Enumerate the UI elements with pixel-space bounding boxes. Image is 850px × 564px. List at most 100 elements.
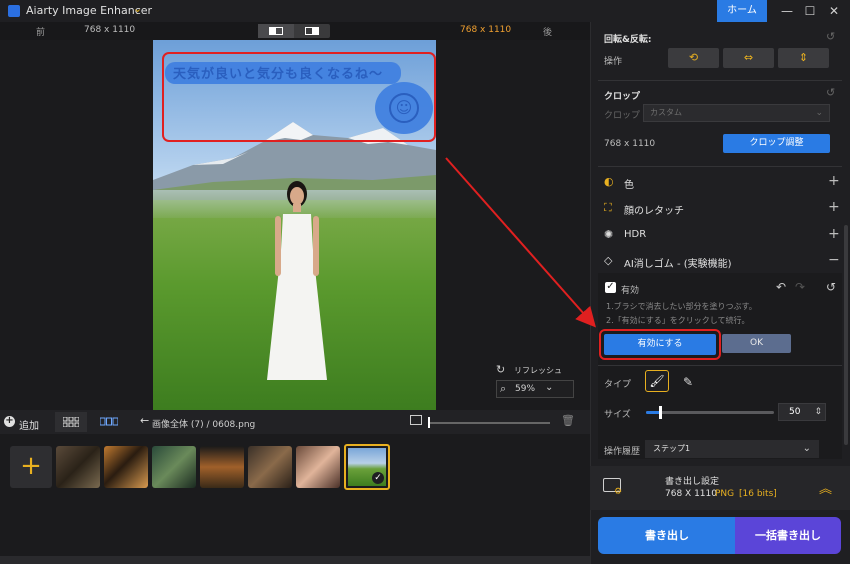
brush-size-input[interactable]: 50 ⇕: [778, 403, 826, 421]
before-dimensions: 768 x 1110: [84, 25, 136, 35]
brush-size-value: 50: [789, 407, 801, 417]
gear-icon: ⚙: [614, 487, 623, 497]
refresh-icon: ↻: [496, 363, 506, 376]
grid-view-icon: [63, 417, 79, 427]
flip-horizontal-button[interactable]: ⇔: [723, 48, 774, 68]
feature-label: 色: [624, 180, 634, 191]
instruction-step-1: 1.ブラシで消去したい部分を塗りつぶす。: [606, 302, 757, 311]
history-select[interactable]: ステップ1 ⌄: [645, 440, 819, 458]
divider: [598, 166, 842, 167]
undo-icon[interactable]: ↺: [826, 30, 835, 43]
app-logo-icon: [8, 5, 20, 17]
single-view-button[interactable]: [258, 24, 294, 38]
stepper-icon[interactable]: ⇕: [814, 404, 822, 420]
reset-icon[interactable]: ↺: [826, 280, 836, 294]
thumbnail-dog[interactable]: [248, 446, 292, 488]
export-settings[interactable]: [590, 466, 850, 510]
export-settings-title: 書き出し設定: [665, 477, 720, 487]
history-value: ステップ1: [653, 444, 691, 453]
filmstrip-view-icon: [100, 417, 118, 426]
brush-size-slider-thumb[interactable]: [659, 406, 662, 419]
thumbnail-size-slider-thumb[interactable]: [428, 417, 430, 428]
face-icon: ⛶: [604, 201, 612, 214]
chevron-up-icon[interactable]: ︽: [819, 478, 832, 497]
split-view-button[interactable]: [294, 24, 330, 38]
flip-vertical-button[interactable]: ⇕: [778, 48, 829, 68]
brush-remove-icon[interactable]: ✎: [678, 372, 698, 392]
thumbnail-butterfly[interactable]: [56, 446, 100, 488]
rotate-section-title: 回転&反転:: [604, 35, 652, 45]
crop-ratio-select[interactable]: カスタム ⌄: [643, 104, 830, 122]
crop-dimensions: 768 x 1110: [604, 139, 656, 149]
thumbnail-burger[interactable]: [200, 446, 244, 488]
instruction-step-2: 2.「有効にする」をクリックして続行。: [606, 316, 750, 325]
enabled-label: 有効: [621, 286, 640, 296]
close-icon[interactable]: ✕: [824, 2, 844, 20]
thumbnail-portrait[interactable]: [296, 446, 340, 488]
after-dimensions: 768 x 1110: [460, 25, 512, 35]
chevron-down-icon: ⌄: [802, 443, 811, 454]
check-icon: ✓: [372, 472, 384, 484]
panel-scrollbar[interactable]: [844, 225, 848, 445]
history-label: 操作履歴: [604, 447, 641, 457]
refresh-label: リフレッシュ: [514, 366, 562, 375]
feature-label: AI消しゴム - (実験機能): [624, 259, 732, 270]
feature-row-ai-eraser[interactable]: ◇ AI消しゴム - (実験機能) −: [604, 252, 842, 272]
color-icon: ◐: [604, 175, 614, 188]
add-icon[interactable]: +: [4, 416, 15, 427]
add-button[interactable]: 追加: [19, 417, 39, 432]
zoom-control[interactable]: ⌕ 59% ⌄: [496, 380, 574, 398]
back-arrow-icon[interactable]: ←: [140, 414, 149, 427]
expand-icon[interactable]: +: [828, 173, 840, 189]
feature-row-color[interactable]: ◐ 色 +: [604, 173, 842, 193]
thumbnail-tiger[interactable]: [104, 446, 148, 488]
crop-label: クロップ: [604, 111, 641, 121]
photo-woman: [267, 181, 327, 380]
maximize-icon[interactable]: ☐: [800, 2, 820, 20]
thumbnail-selected[interactable]: ✓: [344, 444, 390, 490]
annotation-highlight-box: [162, 52, 436, 142]
crop-adjust-button[interactable]: クロップ調整: [723, 134, 830, 153]
refresh-button[interactable]: ↻ リフレッシュ: [496, 362, 574, 379]
brush-add-icon[interactable]: 🖌: [645, 370, 669, 392]
home-button[interactable]: ホーム: [717, 0, 767, 22]
split-view-icon: [305, 27, 319, 35]
rotate-button[interactable]: ⟲: [668, 48, 719, 68]
batch-export-button[interactable]: 一括書き出し: [735, 517, 841, 554]
feature-label: 顔のレタッチ: [624, 206, 684, 217]
export-button[interactable]: 書き出し: [598, 517, 736, 554]
zoom-value: 59%: [515, 384, 536, 394]
collapse-icon[interactable]: −: [828, 252, 840, 268]
undo-icon[interactable]: ↶: [776, 280, 786, 294]
add-image-button[interactable]: +: [10, 446, 52, 488]
expand-icon[interactable]: +: [828, 199, 840, 215]
export-format: PNG: [715, 489, 735, 499]
divider: [598, 365, 842, 366]
chevron-down-icon[interactable]: ⌄: [545, 382, 553, 393]
annotation-highlight-box: [599, 329, 721, 360]
before-label: 前: [36, 28, 46, 38]
feature-row-face-retouch[interactable]: ⛶ 顔のレタッチ +: [604, 199, 842, 219]
size-label: サイズ: [604, 410, 631, 420]
trash-icon[interactable]: 🗑: [561, 414, 575, 427]
export-dimensions: 768 X 1110: [665, 489, 717, 499]
thumbnail-size-slider[interactable]: [428, 422, 550, 424]
grid-view-button[interactable]: [55, 412, 87, 432]
breadcrumb: 画像全体 (7) / 0608.png: [152, 420, 256, 430]
brush-size-slider[interactable]: [646, 411, 774, 414]
image-size-icon: [410, 415, 422, 425]
single-view-icon: [269, 27, 283, 35]
redo-icon[interactable]: ↷: [795, 280, 805, 294]
thumbnail-forest[interactable]: [152, 446, 196, 488]
undo-icon[interactable]: ↺: [826, 86, 835, 99]
enabled-checkbox[interactable]: ✓: [605, 282, 616, 293]
filmstrip-view-button[interactable]: [93, 412, 125, 432]
crop-section-title: クロップ: [604, 92, 641, 102]
chevron-down-icon[interactable]: ⌄: [133, 2, 142, 15]
expand-icon[interactable]: +: [828, 226, 840, 242]
view-mode-toggle[interactable]: [258, 24, 330, 38]
minimize-icon[interactable]: —: [777, 2, 797, 20]
status-bar: [0, 556, 590, 564]
feature-row-hdr[interactable]: ✺ HDR +: [604, 226, 842, 246]
ok-button[interactable]: OK: [722, 334, 791, 353]
